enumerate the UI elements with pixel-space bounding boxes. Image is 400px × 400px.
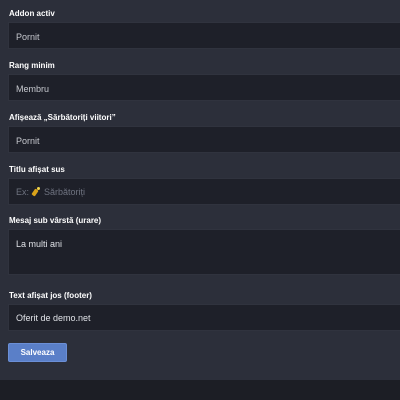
addon-active-label: Addon activ [9,9,55,18]
top-title-placeholder: Ex: Sărbătoriți [16,187,85,197]
top-title-input[interactable]: Ex: Sărbătoriți [8,178,400,205]
footer-text-label: Text afișat jos (footer) [9,291,92,300]
min-rank-value: Membru [16,84,50,94]
page-footer-bar [0,380,400,400]
footer-text-input[interactable]: Oferit de demo.net [8,304,400,331]
show-upcoming-value: Pornit [16,136,40,146]
age-message-label: Mesaj sub vârstă (urare) [9,216,102,225]
champagne-icon [31,187,41,197]
top-title-label: Titlu afișat sus [9,165,65,174]
min-rank-label: Rang minim [9,61,55,70]
placeholder-text: Sărbătoriți [44,187,86,197]
footer-text-value: Oferit de demo.net [16,313,91,323]
min-rank-select[interactable]: Membru [8,74,400,101]
save-button[interactable]: Salveaza [8,343,67,362]
age-message-textarea[interactable]: La multi ani [8,229,400,275]
addon-active-select[interactable]: Pornit [8,22,400,49]
addon-active-value: Pornit [16,32,40,42]
show-upcoming-label: Afișează „Sărbătoriți viitori” [9,113,116,122]
placeholder-prefix: Ex: [16,187,30,197]
show-upcoming-select[interactable]: Pornit [8,126,400,153]
age-message-value: La multi ani [16,239,63,249]
addon-settings-form: Addon activ Pornit Rang minim Membru Afi… [0,0,400,380]
